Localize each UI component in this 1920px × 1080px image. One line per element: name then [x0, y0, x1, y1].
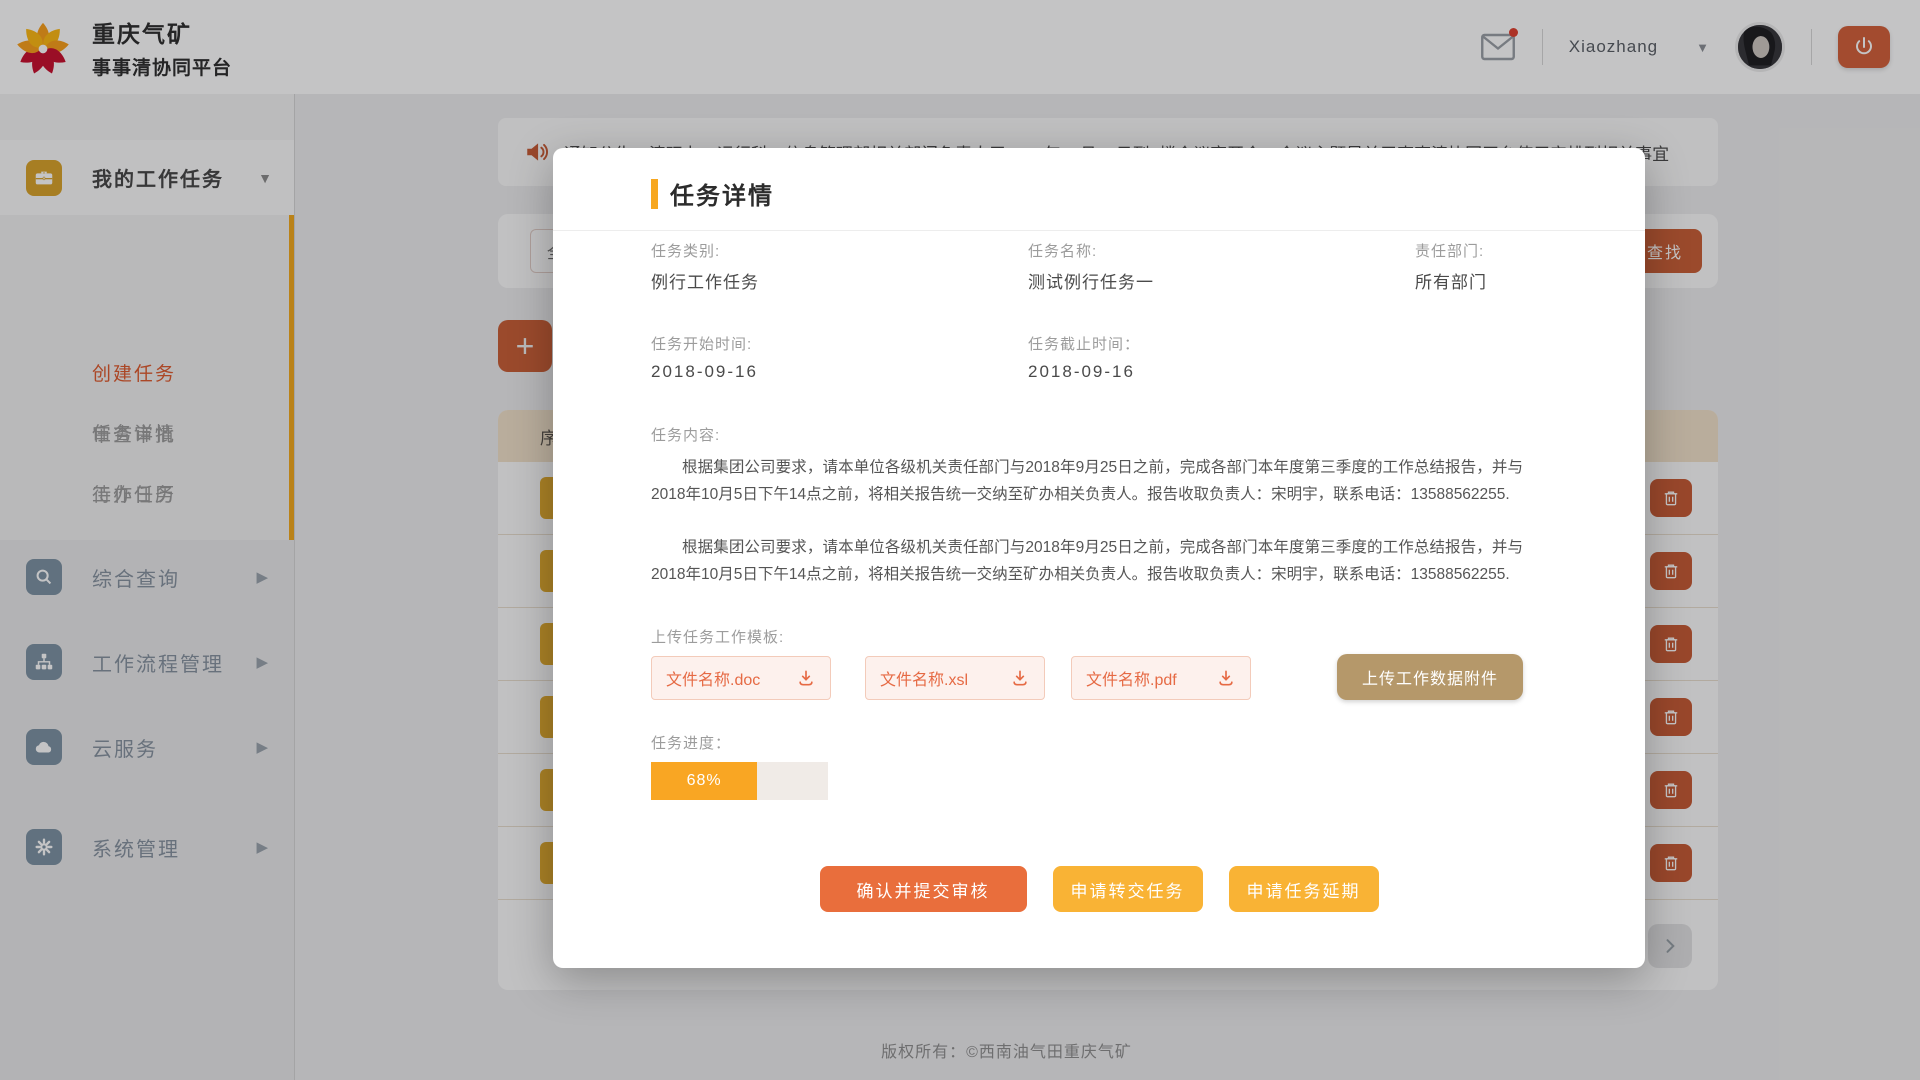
- templates-label: 上传任务工作模板:: [651, 626, 784, 647]
- postpone-task-button[interactable]: 申请任务延期: [1229, 866, 1379, 912]
- task-content: 根据集团公司要求，请本单位各级机关责任部门与2018年9月25日之前，完成各部门…: [651, 454, 1523, 614]
- modal-title: 任务详情: [670, 176, 774, 211]
- file-name: 文件名称.xsl: [880, 666, 968, 690]
- task-dept-value: 所有部门: [1415, 268, 1487, 293]
- download-icon: [1010, 668, 1030, 688]
- progress-label: 任务进度：: [651, 732, 731, 753]
- upload-attachment-button[interactable]: 上传工作数据附件: [1337, 654, 1523, 700]
- download-icon: [1216, 668, 1236, 688]
- modal-divider: [553, 230, 1645, 231]
- task-dept-label: 责任部门:: [1415, 240, 1484, 261]
- task-progress-bar: 68%: [651, 762, 828, 800]
- file-name: 文件名称.pdf: [1086, 666, 1177, 690]
- task-category-value: 例行工作任务: [651, 268, 759, 293]
- app-window: 重庆气矿 事事清协同平台 Xiaozhang ▼: [0, 0, 1920, 1080]
- title-accent-bar: [651, 179, 658, 209]
- file-name: 文件名称.doc: [666, 666, 760, 690]
- task-end-label: 任务截止时间：: [1028, 333, 1140, 354]
- task-content-paragraph: 根据集团公司要求，请本单位各级机关责任部门与2018年9月25日之前，完成各部门…: [651, 534, 1523, 588]
- task-progress-fill: 68%: [651, 762, 757, 800]
- task-start-label: 任务开始时间:: [651, 333, 752, 354]
- template-file-doc[interactable]: 文件名称.doc: [651, 656, 831, 700]
- task-name-label: 任务名称:: [1028, 240, 1097, 261]
- task-detail-modal: 任务详情 任务类别: 例行工作任务 任务名称: 测试例行任务一 责任部门: 所有…: [553, 148, 1645, 968]
- template-file-pdf[interactable]: 文件名称.pdf: [1071, 656, 1251, 700]
- task-content-paragraph: 根据集团公司要求，请本单位各级机关责任部门与2018年9月25日之前，完成各部门…: [651, 454, 1523, 508]
- modal-actions: 确认并提交审核 申请转交任务 申请任务延期: [553, 866, 1645, 912]
- template-file-xsl[interactable]: 文件名称.xsl: [865, 656, 1045, 700]
- download-icon: [796, 668, 816, 688]
- task-category-label: 任务类别:: [651, 240, 720, 261]
- task-start-value: 2018-09-16: [651, 362, 758, 382]
- task-name-value: 测试例行任务一: [1028, 268, 1154, 293]
- task-progress-value: 68%: [687, 772, 722, 790]
- task-end-value: 2018-09-16: [1028, 362, 1135, 382]
- task-content-label: 任务内容:: [651, 424, 720, 445]
- confirm-submit-button[interactable]: 确认并提交审核: [820, 866, 1027, 912]
- transfer-task-button[interactable]: 申请转交任务: [1053, 866, 1203, 912]
